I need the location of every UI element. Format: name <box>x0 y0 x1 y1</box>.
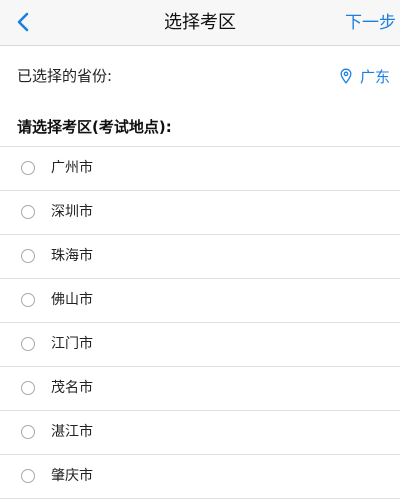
list-item-label: 湛江市 <box>51 424 93 440</box>
list-item-zhanjiang[interactable]: 湛江市 <box>0 411 400 455</box>
location-pin-icon <box>340 68 352 84</box>
selected-province-row: 已选择的省份: 广东 <box>0 47 400 105</box>
navigation-bar: 选择考区 下一步 <box>0 0 400 46</box>
list-item-label: 珠海市 <box>51 248 93 264</box>
exam-area-section-title: 请选择考区(考试地点): <box>17 118 172 136</box>
list-item-guangzhou[interactable]: 广州市 <box>0 147 400 191</box>
province-selector[interactable]: 广东 <box>340 47 390 105</box>
list-item-label: 茂名市 <box>51 380 93 396</box>
list-item-jiangmen[interactable]: 江门市 <box>0 323 400 367</box>
radio-circle-icon[interactable] <box>21 469 35 483</box>
radio-circle-icon[interactable] <box>21 205 35 219</box>
next-step-button[interactable]: 下一步 <box>345 0 396 46</box>
list-item-zhaoqing[interactable]: 肇庆市 <box>0 455 400 499</box>
radio-circle-icon[interactable] <box>21 381 35 395</box>
radio-circle-icon[interactable] <box>21 293 35 307</box>
page-title: 选择考区 <box>164 12 236 33</box>
back-button[interactable] <box>8 6 38 38</box>
radio-circle-icon[interactable] <box>21 161 35 175</box>
list-item-label: 佛山市 <box>51 292 93 308</box>
selected-province-value: 广东 <box>359 67 390 86</box>
list-item-shenzhen[interactable]: 深圳市 <box>0 191 400 235</box>
list-item-label: 广州市 <box>51 160 93 176</box>
selected-province-label: 已选择的省份: <box>17 67 113 85</box>
list-item-foshan[interactable]: 佛山市 <box>0 279 400 323</box>
list-item-maoming[interactable]: 茂名市 <box>0 367 400 411</box>
radio-circle-icon[interactable] <box>21 425 35 439</box>
list-item-label: 肇庆市 <box>51 468 93 484</box>
radio-circle-icon[interactable] <box>21 249 35 263</box>
list-item-label: 江门市 <box>51 336 93 352</box>
list-item-zhuhai[interactable]: 珠海市 <box>0 235 400 279</box>
chevron-left-icon <box>17 12 29 32</box>
exam-area-list: 广州市 深圳市 珠海市 佛山市 江门市 茂名市 湛江市 肇庆市 <box>0 146 400 499</box>
radio-circle-icon[interactable] <box>21 337 35 351</box>
list-item-label: 深圳市 <box>51 204 93 220</box>
